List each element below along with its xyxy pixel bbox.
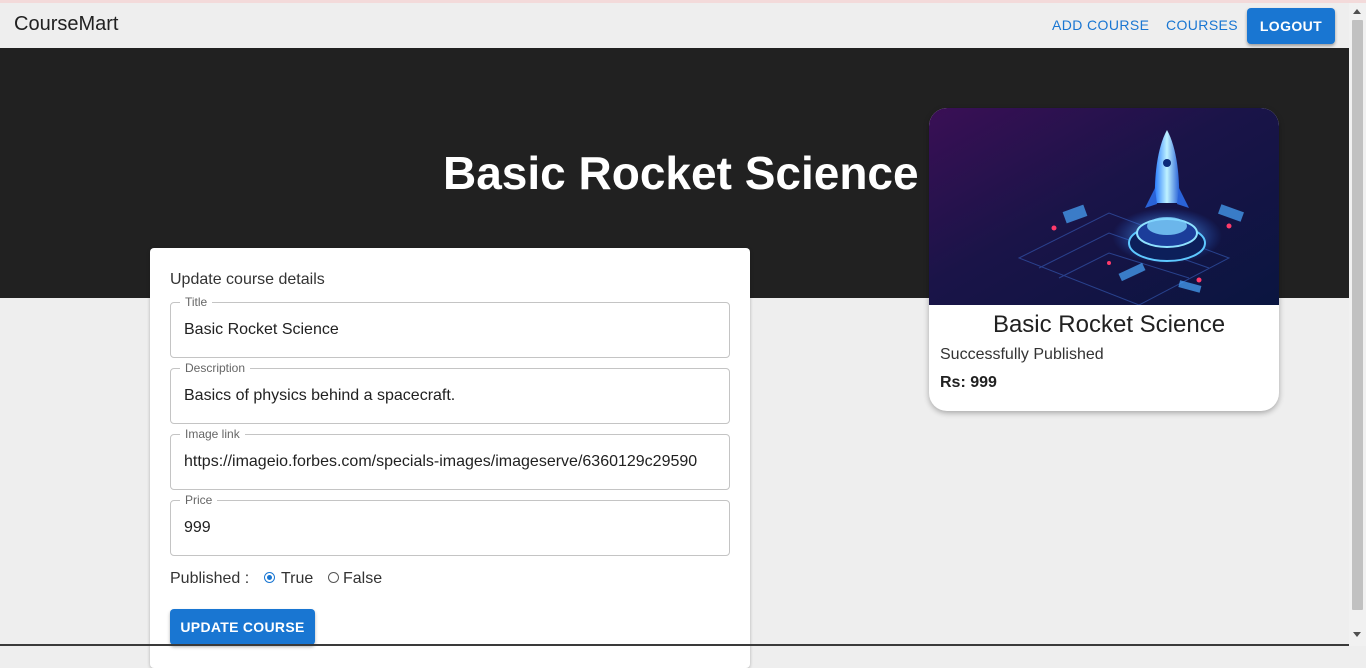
published-false-radio[interactable] <box>328 572 339 583</box>
brand-logo[interactable]: CourseMart <box>14 13 118 36</box>
hero-title: Basic Rocket Science <box>443 147 919 199</box>
title-field-label: Title <box>180 295 213 309</box>
image-link-field-label: Image link <box>180 427 245 441</box>
price-input[interactable] <box>184 518 717 538</box>
image-link-input[interactable] <box>184 452 717 472</box>
scroll-up-icon[interactable] <box>1353 9 1361 14</box>
title-field: Title <box>170 295 730 358</box>
card-title: Basic Rocket Science <box>992 311 1226 338</box>
price-field-label: Price <box>180 493 218 507</box>
title-input[interactable] <box>184 320 717 340</box>
description-field-label: Description <box>180 361 251 375</box>
image-link-field: Image link <box>170 427 730 490</box>
scroll-down-icon[interactable] <box>1353 632 1361 637</box>
app-bar: CourseMart ADD COURSE COURSES LOGOUT <box>0 3 1349 48</box>
published-label: Published : <box>170 570 250 587</box>
description-field: Description <box>170 361 730 424</box>
form-heading: Update course details <box>170 271 325 288</box>
scrollbar-thumb[interactable] <box>1352 20 1363 610</box>
update-course-button[interactable]: UPDATE COURSE <box>170 609 315 645</box>
nav-add-course-link[interactable]: ADD COURSE <box>1052 17 1149 33</box>
nav-courses-link[interactable]: COURSES <box>1166 17 1238 33</box>
update-course-form: Update course details Title Description … <box>150 248 750 668</box>
description-input[interactable] <box>184 386 717 406</box>
card-price: Rs: 999 <box>940 374 997 391</box>
vertical-scrollbar[interactable] <box>1349 3 1366 646</box>
published-true-label[interactable]: True <box>281 570 313 588</box>
course-preview-card: Basic Rocket Science Successfully Publis… <box>929 108 1279 411</box>
rocket-illustration-icon <box>929 108 1279 305</box>
logout-button[interactable]: LOGOUT <box>1247 8 1335 44</box>
published-true-radio[interactable] <box>264 572 275 583</box>
price-field: Price <box>170 493 730 556</box>
card-status: Successfully Published <box>940 346 1104 363</box>
published-false-label[interactable]: False <box>343 570 382 588</box>
